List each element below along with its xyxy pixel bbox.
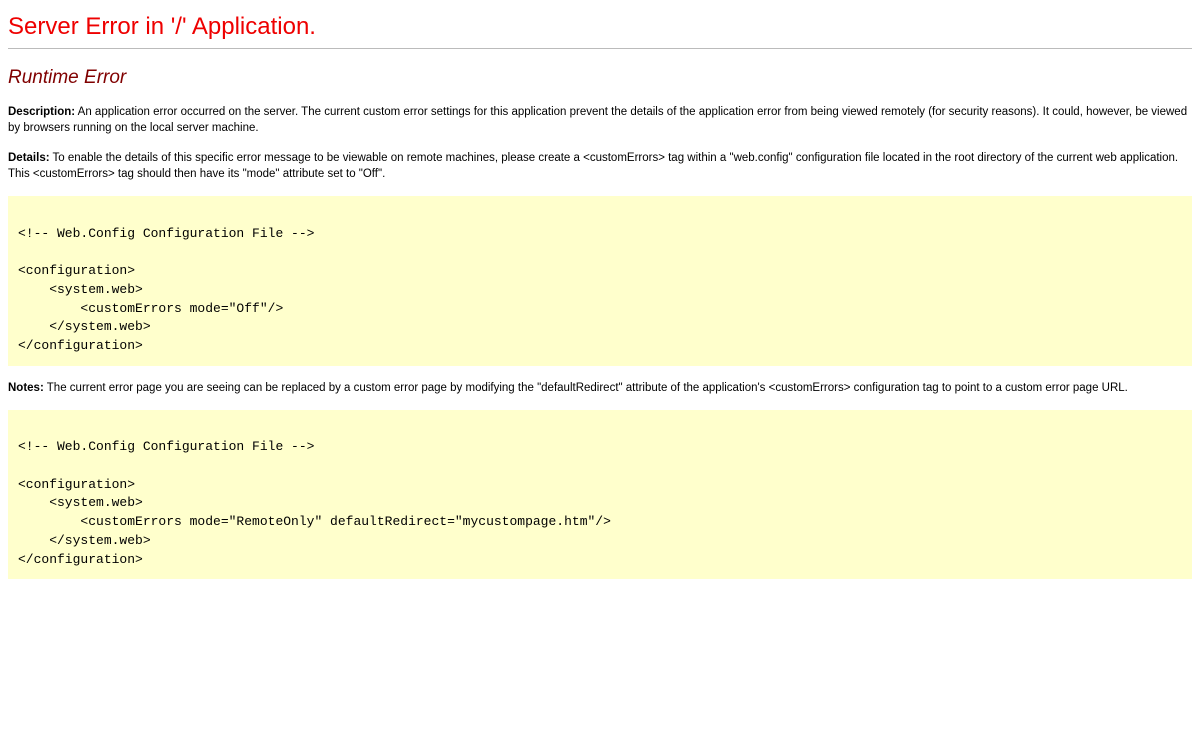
details-label: Details: [8,152,50,164]
code-customerrors-off: <!-- Web.Config Configuration File --> <… [18,206,1182,356]
description-paragraph: Description: An application error occurr… [8,104,1192,136]
title-divider [8,48,1192,49]
description-text: An application error occurred on the ser… [8,106,1187,134]
description-label: Description: [8,106,75,118]
page-title: Server Error in '/' Application. [8,14,1192,40]
error-subtitle: Runtime Error [8,67,1192,89]
code-sample-customerrors-off: <!-- Web.Config Configuration File --> <… [8,196,1192,366]
notes-label: Notes: [8,382,44,394]
notes-paragraph: Notes: The current error page you are se… [8,380,1192,396]
details-text: To enable the details of this specific e… [8,152,1178,180]
error-page: Server Error in '/' Application. Runtime… [8,14,1192,579]
notes-text: The current error page you are seeing ca… [47,382,1128,394]
details-paragraph: Details: To enable the details of this s… [8,150,1192,182]
code-customerrors-remoteonly: <!-- Web.Config Configuration File --> <… [18,420,1182,570]
code-sample-customerrors-remoteonly: <!-- Web.Config Configuration File --> <… [8,410,1192,580]
